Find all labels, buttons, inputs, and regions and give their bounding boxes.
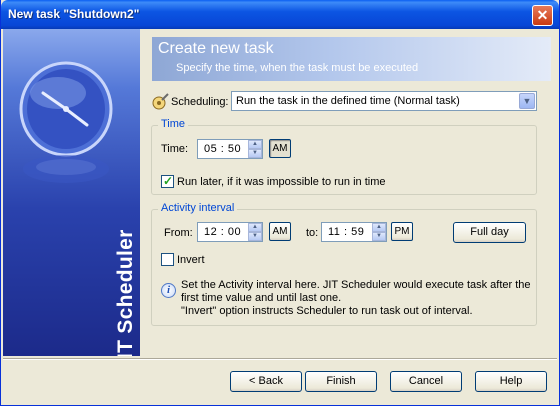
page-title: Create new task [158, 40, 274, 57]
side-banner: JIT Scheduler [3, 29, 140, 356]
close-button[interactable]: ✕ [532, 5, 553, 26]
back-button[interactable]: < Back [230, 371, 302, 392]
check-icon: ✓ [163, 174, 174, 188]
finish-button[interactable]: Finish [305, 371, 377, 392]
window-title: New task "Shutdown2" [8, 7, 140, 21]
time-group-title: Time [158, 118, 189, 130]
spin-up-icon[interactable]: ▲ [248, 223, 262, 232]
time-ampm-toggle[interactable]: AM [269, 139, 291, 158]
info-text: Set the Activity interval here. JIT Sche… [181, 279, 531, 318]
run-later-label: Run later, if it was impossible to run i… [177, 176, 386, 188]
info-line-2: first time value and until last one. [181, 292, 342, 304]
new-task-window: New task "Shutdown2" ✕ JIT Scheduler Cre… [0, 0, 560, 406]
from-value: 12 : 00 [204, 226, 242, 238]
invert-label: Invert [177, 254, 205, 266]
scheduling-icon [152, 93, 169, 110]
spin-up-icon[interactable]: ▲ [248, 140, 262, 149]
full-day-button[interactable]: Full day [453, 222, 526, 243]
time-label: Time: [161, 143, 189, 155]
spin-down-icon[interactable]: ▼ [372, 232, 386, 241]
scheduling-select[interactable]: Run the task in the defined time (Normal… [231, 91, 537, 111]
invert-checkbox[interactable] [161, 253, 174, 266]
scheduling-value: Run the task in the defined time (Normal… [236, 95, 460, 107]
info-line-1: Set the Activity interval here. JIT Sche… [181, 279, 531, 291]
spin-down-icon[interactable]: ▼ [248, 149, 262, 158]
close-icon: ✕ [536, 7, 549, 23]
from-label: From: [164, 227, 193, 239]
to-value: 11 : 59 [328, 226, 365, 238]
page-subtitle: Specify the time, when the task must be … [176, 62, 419, 74]
to-label: to: [306, 227, 319, 239]
info-line-3: "Invert" option instructs Scheduler to r… [181, 305, 473, 317]
spin-up-icon[interactable]: ▲ [372, 223, 386, 232]
from-spinner[interactable]: 12 : 00 ▲ ▼ [197, 222, 263, 242]
cancel-button[interactable]: Cancel [390, 371, 462, 392]
time-spinner[interactable]: 05 : 50 ▲ ▼ [197, 139, 263, 159]
spin-down-icon[interactable]: ▼ [248, 232, 262, 241]
banner-label: JIT Scheduler [114, 229, 137, 356]
footer-divider [3, 358, 557, 360]
to-spinner[interactable]: 11 : 59 ▲ ▼ [321, 222, 387, 242]
to-ampm-toggle[interactable]: PM [391, 222, 413, 241]
title-bar[interactable]: New task "Shutdown2" ✕ [1, 0, 559, 29]
activity-group-title: Activity interval [158, 202, 238, 214]
help-button[interactable]: Help [475, 371, 547, 392]
page-header: Create new task Specify the time, when t… [152, 37, 551, 81]
from-ampm-toggle[interactable]: AM [269, 222, 291, 241]
time-value: 05 : 50 [204, 143, 242, 155]
chevron-down-icon[interactable]: ▼ [519, 93, 535, 109]
run-later-checkbox[interactable]: ✓ [161, 174, 174, 188]
scheduling-label: Scheduling: [171, 96, 229, 108]
info-icon: i [161, 283, 176, 298]
